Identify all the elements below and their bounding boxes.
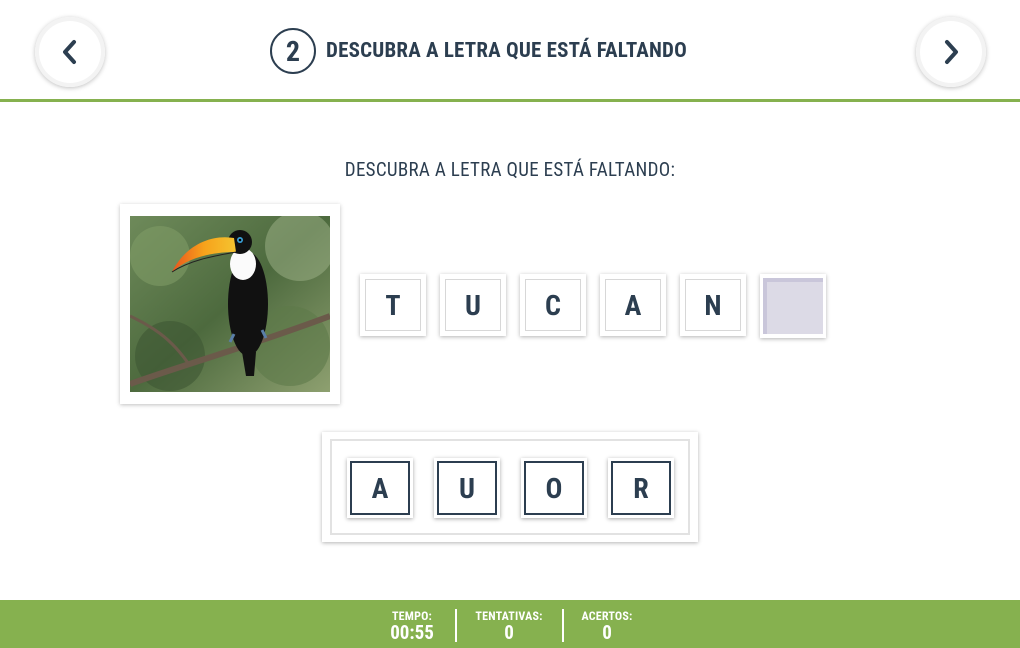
acertos-value: 0 [602,621,612,644]
tempo-value: 00:55 [390,621,434,644]
header-divider [0,99,1020,102]
tentativas-value: 0 [504,621,514,644]
word-letter-tile: N [680,274,746,336]
header: 2 DESCUBRA A LETRA QUE ESTÁ FALTANDO [0,0,1020,100]
step-number-badge: 2 [270,28,316,74]
chevron-left-icon [63,40,76,64]
status-footer: TEMPO: 00:55 TENTATIVAS: 0 ACERTOS: 0 [0,600,1020,648]
divider [455,609,457,642]
page-title: 2 DESCUBRA A LETRA QUE ESTÁ FALTANDO [270,28,687,74]
word-letter-tile: T [360,274,426,336]
previous-button[interactable] [35,17,105,87]
word-letter-tile: C [520,274,586,336]
choice-letter-button[interactable]: O [521,458,587,518]
acertos-stat: ACERTOS: 0 [574,600,640,648]
tempo-stat: TEMPO: 00:55 [380,600,444,648]
choice-letter-button[interactable]: U [434,458,500,518]
toucan-image [130,216,330,392]
toucan-image-frame [120,204,340,404]
word-letter-tile: U [440,274,506,336]
missing-letter-slot[interactable] [760,274,826,338]
tentativas-stat: TENTATIVAS: 0 [468,600,550,648]
divider [562,609,564,642]
title-text: DESCUBRA A LETRA QUE ESTÁ FALTANDO [326,39,687,63]
next-button[interactable] [916,17,986,87]
instruction-text: DESCUBRA A LETRA QUE ESTÁ FALTANDO: [344,158,676,181]
letter-choices-panel: A U O R [322,432,698,542]
choice-letter-button[interactable]: R [608,458,674,518]
word-letter-tile: A [600,274,666,336]
chevron-right-icon [945,40,958,64]
choice-letter-button[interactable]: A [347,458,413,518]
